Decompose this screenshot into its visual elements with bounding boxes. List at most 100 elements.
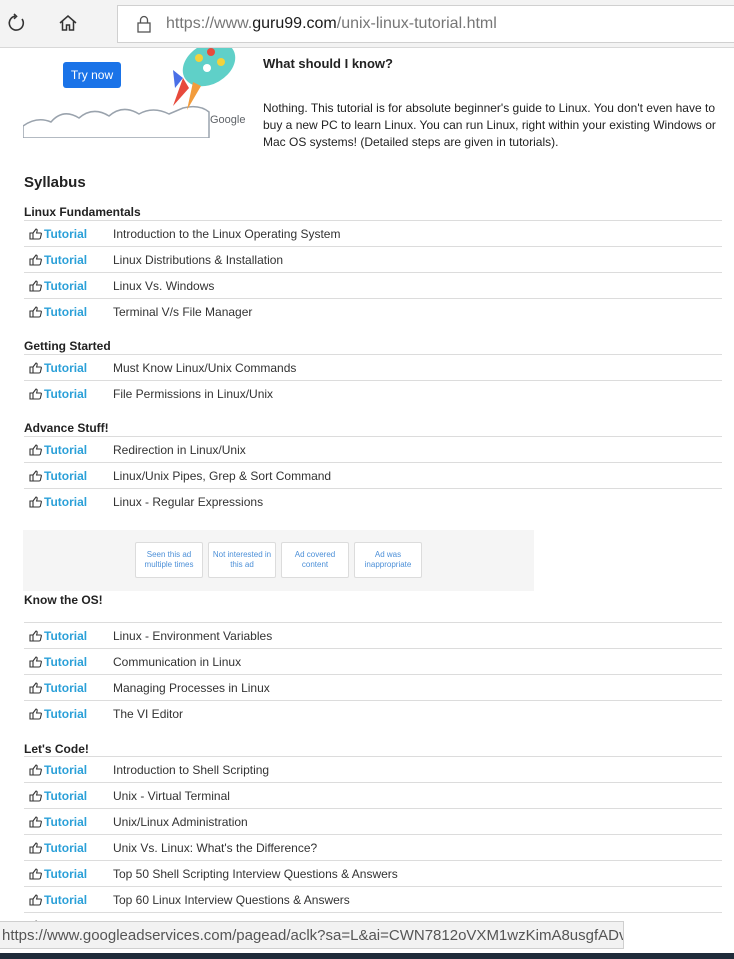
pointing-hand-icon — [29, 470, 42, 482]
pointing-hand-icon — [29, 254, 42, 266]
tutorial-link[interactable]: Tutorial — [44, 227, 87, 241]
pointing-hand-icon — [29, 790, 42, 802]
section-list: Tutorial Introduction to Shell Scripting T… — [24, 756, 722, 938]
pointing-hand-icon — [29, 764, 42, 776]
tutorial-link[interactable]: Tutorial — [44, 655, 87, 669]
tutorial-row: Tutorial Top 50 Shell Scripting Interview… — [24, 860, 722, 886]
pointing-hand-icon — [29, 656, 42, 668]
tutorial-row: Tutorial File Permissions in Linux/Unix — [24, 380, 722, 406]
tutorial-row: Tutorial Linux - Regular Expressions — [24, 488, 722, 514]
tutorial-link[interactable]: Tutorial — [44, 469, 87, 483]
pointing-hand-icon — [29, 868, 42, 880]
tutorial-link[interactable]: Tutorial — [44, 361, 87, 375]
tutorial-title: Redirection in Linux/Unix — [113, 442, 246, 457]
pointing-hand-icon — [29, 362, 42, 374]
tutorial-title: Top 60 Linux Interview Questions & Answe… — [113, 892, 350, 907]
tutorial-link[interactable]: Tutorial — [44, 279, 87, 293]
tutorial-title: Introduction to Shell Scripting — [113, 762, 270, 777]
taskbar-edge — [0, 953, 734, 959]
ad-feedback-option[interactable]: Ad covered content — [281, 542, 349, 578]
tutorial-row: Tutorial The VI Editor — [24, 700, 722, 726]
tutorial-row: Tutorial Communication in Linux — [24, 648, 722, 674]
section-title: Let's Code! — [24, 742, 89, 756]
tutorial-link[interactable]: Tutorial — [44, 815, 87, 829]
refresh-icon — [8, 13, 25, 31]
ad-feedback-panel: Seen this ad multiple times Not interest… — [23, 530, 534, 591]
tutorial-title: Communication in Linux — [113, 654, 242, 669]
section-title: Advance Stuff! — [24, 421, 109, 435]
tutorial-link[interactable]: Tutorial — [44, 443, 87, 457]
tutorial-link[interactable]: Tutorial — [44, 495, 87, 509]
pointing-hand-icon — [29, 228, 42, 240]
tutorial-row: Tutorial Unix - Virtual Terminal — [24, 782, 722, 808]
pointing-hand-icon — [29, 444, 42, 456]
section-list: Tutorial Linux - Environment Variables Tut… — [24, 622, 722, 726]
tutorial-link[interactable]: Tutorial — [44, 867, 87, 881]
pointing-hand-icon — [29, 280, 42, 292]
tutorial-title: Linux Vs. Windows — [113, 278, 215, 293]
address-bar[interactable]: https://www.guru99.com/unix-linux-tutori… — [117, 5, 734, 43]
pointing-hand-icon — [29, 682, 42, 694]
try-now-button[interactable]: Try now — [63, 62, 121, 88]
ad-feedback-option[interactable]: Not interested in this ad — [208, 542, 276, 578]
tutorial-row: Tutorial Linux Vs. Windows — [24, 272, 722, 298]
tutorial-row: Tutorial Unix/Linux Administration — [24, 808, 722, 834]
browser-toolbar: https://www.guru99.com/unix-linux-tutori… — [0, 0, 734, 48]
refresh-button[interactable] — [0, 6, 34, 40]
tutorial-link[interactable]: Tutorial — [44, 681, 87, 695]
pointing-hand-icon — [29, 842, 42, 854]
status-bar-url: https://www.googleadservices.com/pagead/… — [0, 921, 624, 949]
ad-feedback-option[interactable]: Seen this ad multiple times — [135, 542, 203, 578]
section-list: Tutorial Redirection in Linux/Unix Tutoria… — [24, 436, 722, 514]
tutorial-link[interactable]: Tutorial — [44, 305, 87, 319]
tutorial-row: Tutorial Introduction to the Linux Operat… — [24, 220, 722, 246]
intro-text: Nothing. This tutorial is for absolute b… — [263, 101, 716, 149]
section-title: Linux Fundamentals — [24, 205, 141, 219]
tutorial-title: File Permissions in Linux/Unix — [113, 386, 274, 401]
tutorial-title: Unix - Virtual Terminal — [113, 788, 230, 803]
section-title: Know the OS! — [24, 593, 103, 607]
tutorial-link[interactable]: Tutorial — [44, 789, 87, 803]
tutorial-title: Introduction to the Linux Operating Syst… — [113, 226, 341, 241]
pointing-hand-icon — [29, 894, 42, 906]
url-text: https://www.guru99.com/unix-linux-tutori… — [166, 15, 497, 32]
tutorial-row: Tutorial Unix Vs. Linux: What's the Diffe… — [24, 834, 722, 860]
pointing-hand-icon — [29, 496, 42, 508]
tutorial-row: Tutorial Redirection in Linux/Unix — [24, 436, 722, 462]
tutorial-row: Tutorial Must Know Linux/Unix Commands — [24, 354, 722, 380]
tutorial-row: Tutorial Terminal V/s File Manager — [24, 298, 722, 324]
ad-brand-label: Google — [210, 114, 246, 126]
lock-icon — [134, 13, 154, 35]
pointing-hand-icon — [29, 306, 42, 318]
tutorial-link[interactable]: Tutorial — [44, 841, 87, 855]
ad-feedback-option[interactable]: Ad was inappropriate — [354, 542, 422, 578]
tutorial-title: Linux - Environment Variables — [113, 628, 273, 643]
tutorial-link[interactable]: Tutorial — [44, 253, 87, 267]
tutorial-title: Must Know Linux/Unix Commands — [113, 360, 297, 375]
tutorial-row: Tutorial Top 60 Linux Interview Questions… — [24, 886, 722, 912]
section-title: Getting Started — [24, 339, 111, 353]
tutorial-row: Tutorial Managing Processes in Linux — [24, 674, 722, 700]
tutorial-link[interactable]: Tutorial — [44, 763, 87, 777]
tutorial-link[interactable]: Tutorial — [44, 629, 87, 643]
section-list: Tutorial Must Know Linux/Unix Commands Tut… — [24, 354, 722, 406]
tutorial-link[interactable]: Tutorial — [44, 893, 87, 907]
pointing-hand-icon — [29, 630, 42, 642]
ad-banner[interactable]: Try now Google — [23, 48, 249, 138]
pointing-hand-icon — [29, 816, 42, 828]
syllabus-heading: Syllabus — [24, 174, 86, 191]
pointing-hand-icon — [29, 708, 42, 720]
tutorial-row: Tutorial Introduction to Shell Scripting — [24, 756, 722, 782]
tutorial-title: Top 50 Shell Scripting Interview Questio… — [113, 866, 398, 881]
tutorial-link[interactable]: Tutorial — [44, 707, 87, 721]
home-button[interactable] — [51, 6, 85, 40]
home-icon — [59, 15, 77, 31]
tutorial-row: Tutorial Linux Distributions & Installati… — [24, 246, 722, 272]
section-list: Tutorial Introduction to the Linux Operat… — [24, 220, 722, 324]
pointing-hand-icon — [29, 388, 42, 400]
tutorial-title: The VI Editor — [113, 706, 184, 721]
tutorial-title: Unix Vs. Linux: What's the Difference? — [113, 840, 318, 855]
tutorial-title: Linux - Regular Expressions — [113, 494, 264, 509]
tutorial-link[interactable]: Tutorial — [44, 387, 87, 401]
tutorial-title: Linux/Unix Pipes, Grep & Sort Command — [113, 468, 332, 483]
